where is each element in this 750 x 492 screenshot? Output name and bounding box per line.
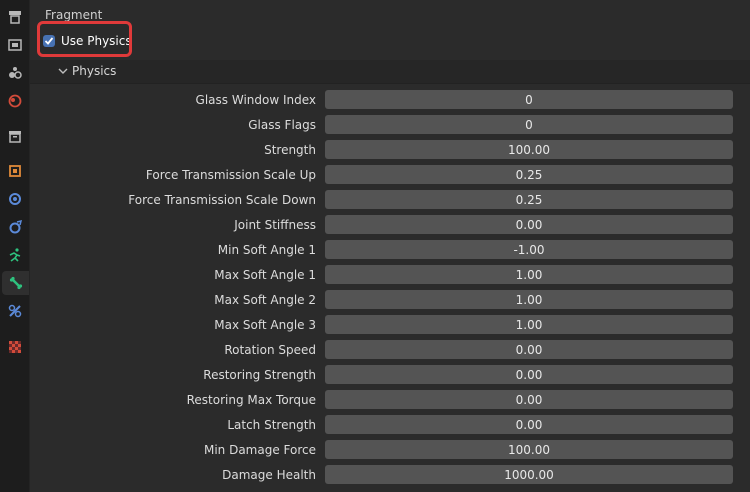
property-label: Glass Flags <box>248 118 316 132</box>
property-row: Restoring Max Torque 0.00 <box>30 388 750 413</box>
tab-render[interactable] <box>2 33 27 57</box>
property-value-field[interactable]: 1.00 <box>325 265 733 284</box>
constraints-icon <box>8 304 21 318</box>
property-row: Glass Flags 0 <box>30 113 750 138</box>
property-row: Restoring Strength 0.00 <box>30 363 750 388</box>
property-value-field[interactable]: 0 <box>325 90 733 109</box>
scene-icon <box>8 94 21 108</box>
property-label: Restoring Max Torque <box>186 393 316 407</box>
property-value-field[interactable]: -1.00 <box>325 240 733 259</box>
physics-icon <box>9 248 20 262</box>
tab-constraints[interactable] <box>2 299 27 323</box>
property-label: Force Transmission Scale Down <box>128 193 316 207</box>
render-icon <box>7 39 22 51</box>
property-label: Max Soft Angle 1 <box>214 268 316 282</box>
property-label: Glass Window Index <box>195 93 316 107</box>
property-label: Damage Health <box>222 468 316 482</box>
collection-icon <box>8 131 21 143</box>
property-row: Latch Strength 0.00 <box>30 413 750 438</box>
tab-object[interactable] <box>2 159 27 183</box>
tab-scene[interactable] <box>2 89 27 113</box>
property-row: Max Soft Angle 2 1.00 <box>30 288 750 313</box>
property-row: Max Soft Angle 1 1.00 <box>30 263 750 288</box>
property-label: Restoring Strength <box>203 368 316 382</box>
property-value-field[interactable]: 0.00 <box>325 415 733 434</box>
property-row: Glass Window Index 0 <box>30 88 750 113</box>
particles-icon <box>9 219 22 234</box>
tab-modifiers[interactable] <box>2 187 27 211</box>
property-value-field[interactable]: 0.00 <box>325 215 733 234</box>
property-value-field[interactable]: 100.00 <box>325 140 733 159</box>
modifiers-icon <box>8 193 21 205</box>
object-icon <box>8 165 21 177</box>
property-row: Min Damage Force 100.00 <box>30 438 750 463</box>
property-value-field[interactable]: 0 <box>325 115 733 134</box>
property-row: Force Transmission Scale Down 0.25 <box>30 188 750 213</box>
property-label: Strength <box>264 143 316 157</box>
physics-subpanel-header[interactable]: Physics <box>30 60 750 84</box>
tab-output[interactable] <box>2 61 27 85</box>
property-row: Strength 100.00 <box>30 138 750 163</box>
property-label: Min Damage Force <box>203 443 316 457</box>
property-value-field[interactable]: 1000.00 <box>325 465 733 484</box>
highlight-box <box>37 21 132 57</box>
property-label: Max Soft Angle 3 <box>214 318 316 332</box>
tool-icon <box>8 11 21 24</box>
tab-texture[interactable] <box>2 335 27 359</box>
property-value-field[interactable]: 100.00 <box>325 440 733 459</box>
texture-icon <box>8 341 21 353</box>
property-value-field[interactable]: 0.25 <box>325 165 733 184</box>
property-row: Min Soft Angle 1 -1.00 <box>30 238 750 263</box>
output-icon <box>8 67 22 79</box>
properties-tab-sidebar <box>0 0 29 492</box>
property-value-field[interactable]: 1.00 <box>325 315 733 334</box>
property-value-field[interactable]: 0.25 <box>325 190 733 209</box>
property-row: Force Transmission Scale Up 0.25 <box>30 163 750 188</box>
tab-collection[interactable] <box>2 124 27 148</box>
section-title: Fragment <box>45 8 103 22</box>
tab-physics[interactable] <box>2 243 27 267</box>
bone-icon <box>9 276 22 290</box>
property-label: Rotation Speed <box>224 343 316 357</box>
property-row: Max Soft Angle 3 1.00 <box>30 313 750 338</box>
property-label: Max Soft Angle 2 <box>214 293 316 307</box>
property-value-field[interactable]: 0.00 <box>325 340 733 359</box>
tab-particles[interactable] <box>2 215 27 239</box>
property-row: Joint Stiffness 0.00 <box>30 213 750 238</box>
property-value-field[interactable]: 0.00 <box>325 365 733 384</box>
property-value-field[interactable]: 1.00 <box>325 290 733 309</box>
tab-bone[interactable] <box>2 271 29 295</box>
property-label: Force Transmission Scale Up <box>145 168 316 182</box>
tab-tool[interactable] <box>2 5 27 29</box>
property-label: Latch Strength <box>227 418 316 432</box>
physics-subpanel-title: Physics <box>72 64 117 78</box>
property-label: Min Soft Angle 1 <box>217 243 316 257</box>
property-row: Rotation Speed 0.00 <box>30 338 750 363</box>
chevron-down-icon <box>58 68 68 74</box>
property-value-field[interactable]: 0.00 <box>325 390 733 409</box>
property-row: Damage Health 1000.00 <box>30 463 750 488</box>
property-label: Joint Stiffness <box>234 218 316 232</box>
